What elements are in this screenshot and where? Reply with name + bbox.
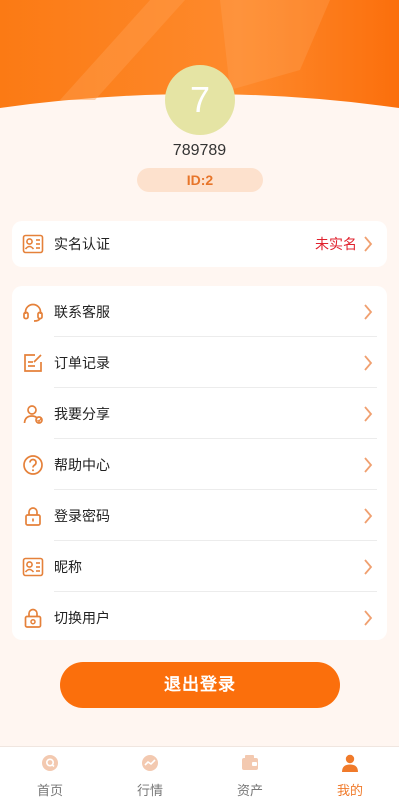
chevron-right-icon <box>364 507 373 524</box>
order-edit-icon <box>24 353 42 372</box>
chevron-right-icon <box>364 405 373 422</box>
menu-item-label: 订单记录 <box>54 355 110 372</box>
menu-item-share[interactable]: 我要分享 <box>12 388 387 439</box>
tab-home[interactable]: 首页 <box>0 747 100 804</box>
user-share-icon <box>23 404 43 424</box>
chevron-right-icon <box>364 236 373 252</box>
tab-label: 资产 <box>236 784 263 799</box>
home-icon <box>42 755 58 771</box>
menu-item-help-center[interactable]: 帮助中心 <box>12 439 387 490</box>
person-icon <box>342 754 358 772</box>
chevron-right-icon <box>364 303 373 320</box>
menu-item-orders[interactable]: 订单记录 <box>12 337 387 388</box>
menu-item-label: 帮助中心 <box>54 457 110 474</box>
menu-item-customer-service[interactable]: 联系客服 <box>12 286 387 337</box>
verify-status: 未实名 <box>315 237 357 253</box>
logout-button[interactable]: 退出登录 <box>60 662 340 708</box>
user-id-badge: ID:2 <box>137 168 263 192</box>
username: 789789 <box>172 142 227 159</box>
menu-item-label: 联系客服 <box>54 304 110 321</box>
id-card-icon <box>22 234 44 254</box>
tab-label: 我的 <box>336 784 363 799</box>
tab-assets[interactable]: 资产 <box>200 747 300 804</box>
help-circle-icon <box>23 454 43 475</box>
avatar[interactable]: 7 <box>165 65 235 135</box>
tab-mine[interactable]: 我的 <box>300 747 399 804</box>
chevron-right-icon <box>364 609 373 626</box>
market-icon <box>142 755 158 771</box>
chevron-right-icon <box>364 558 373 575</box>
menu-item-label: 切换用户 <box>54 610 110 627</box>
real-name-verify-row[interactable]: 实名认证 未实名 <box>12 221 387 267</box>
verify-card: 实名认证 未实名 <box>12 221 387 267</box>
chevron-right-icon <box>364 354 373 371</box>
switch-user-lock-icon <box>24 608 42 628</box>
menu-item-label: 登录密码 <box>54 508 110 525</box>
bottom-tab-bar: 首页 行情 资产 我的 <box>0 746 399 804</box>
menu-card: 联系客服 订单记录 我要分享 帮助中心 登录密码 昵称 切换用户 <box>12 286 387 640</box>
tab-label: 行情 <box>136 784 163 799</box>
menu-item-login-password[interactable]: 登录密码 <box>12 490 387 541</box>
id-card-icon <box>22 557 44 576</box>
tab-market[interactable]: 行情 <box>100 747 200 804</box>
verify-label: 实名认证 <box>54 237 110 253</box>
menu-item-nickname[interactable]: 昵称 <box>12 541 387 592</box>
profile-page: 7 789789 ID:2 实名认证 未实名 联系客服 订单记录 我要分享 帮助… <box>0 0 399 804</box>
lock-icon <box>25 506 41 526</box>
chevron-right-icon <box>364 456 373 473</box>
headset-icon <box>23 303 43 322</box>
menu-item-label: 昵称 <box>54 559 82 576</box>
menu-item-label: 我要分享 <box>54 406 110 423</box>
wallet-icon <box>242 755 258 770</box>
menu-item-switch-user[interactable]: 切换用户 <box>12 592 387 643</box>
tab-label: 首页 <box>36 784 63 799</box>
